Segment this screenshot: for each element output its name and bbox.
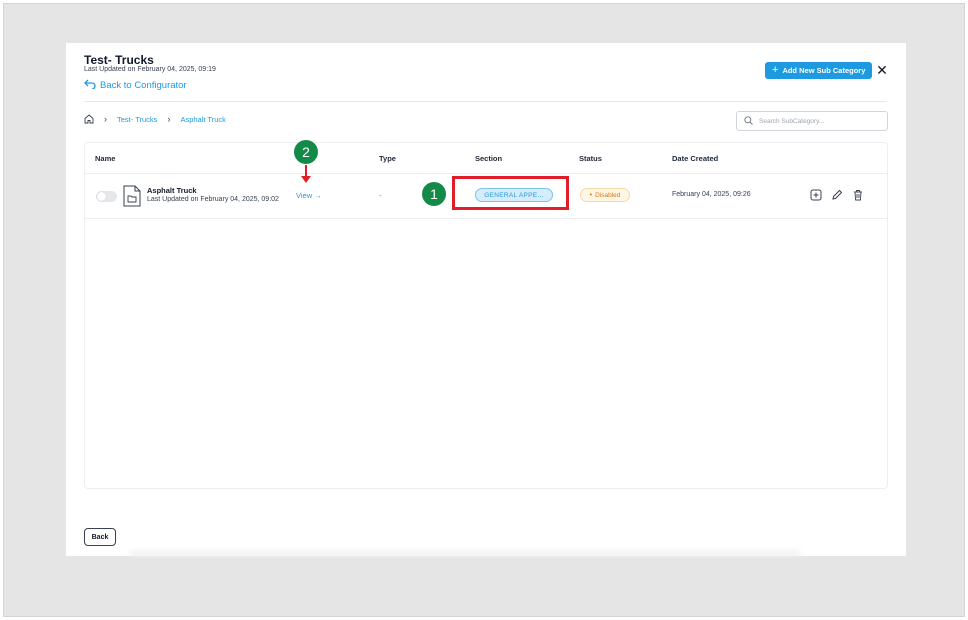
column-header-date-created: Date Created — [672, 154, 719, 163]
trash-icon — [854, 190, 862, 201]
annotation-marker-1: 1 — [422, 182, 446, 206]
view-link[interactable]: View → — [296, 191, 322, 200]
search-input[interactable] — [759, 117, 879, 125]
search-icon — [744, 112, 753, 130]
add-new-sub-category-button[interactable]: + Add New Sub Category — [765, 62, 873, 79]
date-created-cell: February 04, 2025, 09:26 — [672, 191, 751, 198]
return-arrow-icon — [84, 79, 96, 92]
edit-button[interactable] — [831, 189, 843, 201]
column-header-type: Type — [379, 154, 396, 163]
add-item-button[interactable] — [810, 189, 822, 201]
back-to-configurator-label: Back to Configurator — [100, 80, 187, 91]
breadcrumb: › Test- Trucks › Asphalt Truck — [84, 114, 226, 124]
subcategory-last-updated: Last Updated on February 04, 2025, 09:02 — [147, 196, 279, 203]
highlight-box — [452, 176, 569, 210]
file-folder-icon — [123, 185, 141, 207]
delete-button[interactable] — [852, 189, 864, 201]
status-badge: • Disabled — [580, 188, 630, 202]
column-header-name: Name — [95, 154, 116, 163]
type-cell: - — [379, 191, 382, 200]
enable-toggle[interactable] — [96, 191, 117, 202]
status-label: Disabled — [595, 191, 621, 199]
add-new-sub-category-label: Add New Sub Category — [782, 66, 866, 75]
plus-square-icon — [810, 189, 822, 201]
home-icon[interactable] — [84, 114, 94, 124]
back-to-configurator-link[interactable]: Back to Configurator — [84, 79, 187, 92]
breadcrumb-item-asphalt-truck[interactable]: Asphalt Truck — [180, 115, 225, 124]
chevron-right-icon: › — [104, 114, 107, 124]
column-header-status: Status — [579, 154, 602, 163]
subcategory-name: Asphalt Truck — [147, 186, 197, 195]
back-button[interactable]: Back — [84, 528, 116, 546]
page-title: Test- Trucks — [84, 53, 154, 67]
status-dot-icon: • — [589, 191, 593, 199]
plus-icon: + — [772, 64, 779, 76]
close-icon[interactable]: ✕ — [874, 62, 890, 78]
pencil-icon — [832, 189, 843, 200]
last-updated-text: Last Updated on February 04, 2025, 09:19 — [84, 66, 216, 73]
annotation-marker-2: 2 — [294, 140, 318, 164]
annotation-arrow-down-icon — [301, 176, 311, 183]
column-header-section: Section — [475, 154, 503, 163]
configurator-panel: Test- Trucks Last Updated on February 04… — [66, 43, 906, 556]
toggle-knob — [97, 192, 106, 201]
breadcrumb-item-test-trucks[interactable]: Test- Trucks — [117, 115, 157, 124]
header-divider — [84, 101, 887, 102]
view-label: View — [296, 191, 313, 200]
arrow-right-icon: → — [312, 191, 322, 200]
bottom-shadow — [130, 548, 800, 556]
chevron-right-icon: › — [167, 114, 171, 124]
search-box — [736, 111, 888, 131]
